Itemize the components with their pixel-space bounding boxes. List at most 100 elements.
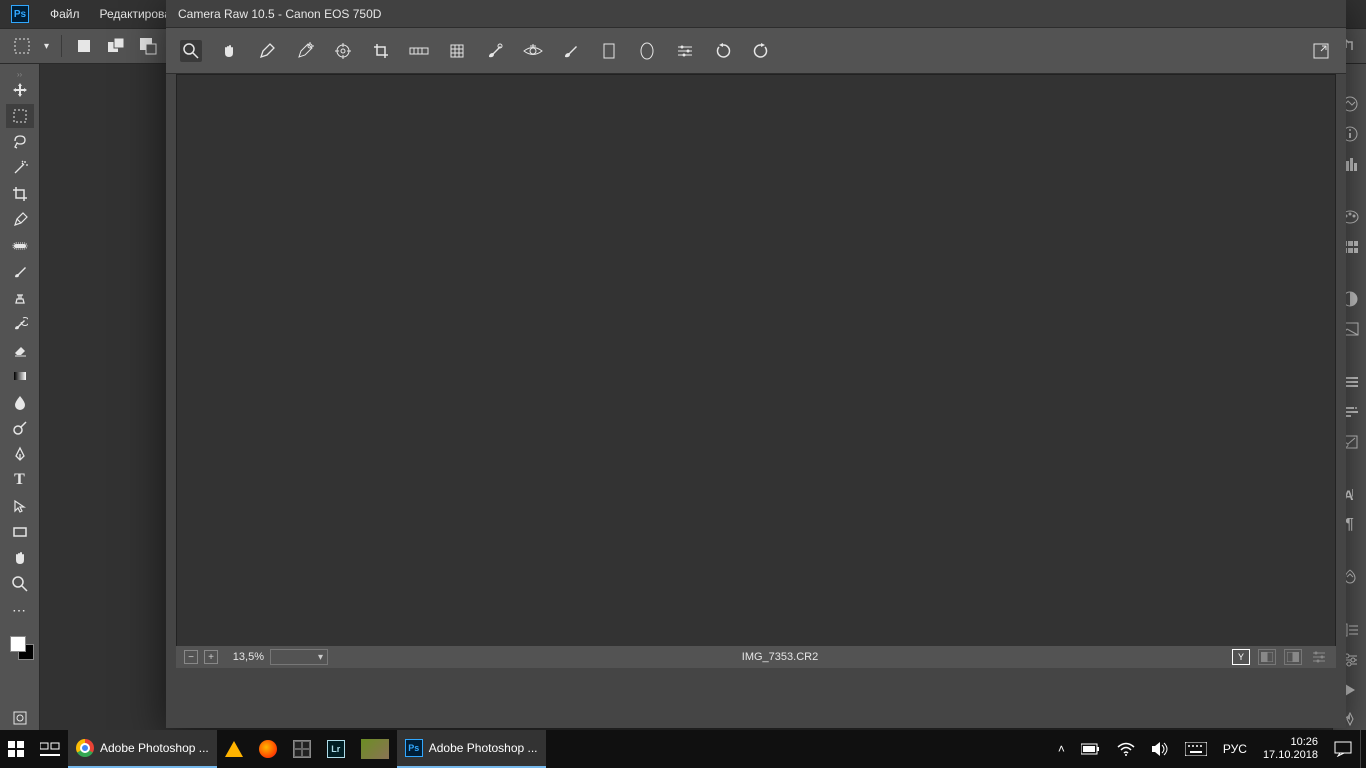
start-button[interactable] <box>0 730 32 768</box>
taskbar-avast[interactable] <box>217 730 251 768</box>
eraser-tool[interactable] <box>6 338 34 362</box>
chrome-icon <box>76 739 94 757</box>
cr-radial-filter-tool[interactable] <box>636 40 658 62</box>
photoshop-toolbar: ›› T ⋯ <box>0 64 40 730</box>
image-thumb-icon <box>361 739 389 759</box>
marquee-options-icon[interactable] <box>12 36 32 56</box>
photoshop-logo: Ps <box>6 0 34 28</box>
color-swatches[interactable] <box>6 634 34 664</box>
taskbar-image-viewer[interactable] <box>353 730 397 768</box>
cr-straighten-tool[interactable] <box>408 40 430 62</box>
cr-fullscreen-tool[interactable] <box>1310 40 1332 62</box>
lasso-tool[interactable] <box>6 130 34 154</box>
toolbar-grip[interactable]: ›› <box>6 70 34 76</box>
cr-color-sampler-tool[interactable] <box>294 40 316 62</box>
taskbar-lightroom[interactable]: Lr <box>319 730 353 768</box>
move-tool[interactable] <box>6 78 34 102</box>
brush-tool[interactable] <box>6 260 34 284</box>
photoshop-icon: Ps <box>405 739 423 757</box>
lightroom-icon: Lr <box>327 740 345 758</box>
cr-preview-settings-icon[interactable] <box>1310 649 1328 665</box>
tray-notifications-button[interactable] <box>1326 730 1360 768</box>
more-tools[interactable]: ⋯ <box>6 598 34 622</box>
cr-white-balance-tool[interactable] <box>256 40 278 62</box>
task-view-button[interactable] <box>32 730 68 768</box>
hand-tool[interactable] <box>6 546 34 570</box>
menu-file[interactable]: Файл <box>40 0 90 28</box>
cr-rotate-cw-tool[interactable] <box>750 40 772 62</box>
add-selection-icon[interactable] <box>106 36 126 56</box>
cr-red-eye-tool[interactable] <box>522 40 544 62</box>
calculator-icon <box>293 740 311 758</box>
taskbar-chrome[interactable]: Adobe Photoshop ... <box>68 730 217 768</box>
type-tool[interactable]: T <box>6 468 34 492</box>
cr-adjustment-brush-tool[interactable] <box>560 40 582 62</box>
tray-keyboard-icon[interactable] <box>1177 730 1215 768</box>
taskbar-photoshop[interactable]: Ps Adobe Photoshop ... <box>397 730 546 768</box>
tray-wifi-icon[interactable] <box>1109 730 1143 768</box>
cr-zoom-controls: − + 13,5% ▾ <box>184 649 328 665</box>
taskbar-chrome-title: Adobe Photoshop ... <box>100 741 209 755</box>
cr-shadow-clip-button[interactable]: Y <box>1232 649 1250 665</box>
cr-zoom-tool[interactable] <box>180 40 202 62</box>
spot-heal-tool[interactable] <box>6 234 34 258</box>
cr-preferences-tool[interactable] <box>674 40 696 62</box>
tray-volume-icon[interactable] <box>1143 730 1177 768</box>
cr-filename: IMG_7353.CR2 <box>338 651 1222 663</box>
tray-language-label: РУС <box>1223 742 1247 756</box>
camera-raw-titlebar[interactable]: Camera Raw 10.5 - Canon EOS 750D <box>166 0 1346 28</box>
cr-zoom-value: 13,5% <box>224 651 264 663</box>
camera-raw-statusbar: − + 13,5% ▾ IMG_7353.CR2 Y <box>176 646 1336 668</box>
separator <box>61 35 62 57</box>
cr-transform-tool[interactable] <box>446 40 468 62</box>
dodge-tool[interactable] <box>6 416 34 440</box>
options-dropdown-icon[interactable]: ▾ <box>44 41 49 52</box>
path-select-tool[interactable] <box>6 494 34 518</box>
pen-tool[interactable] <box>6 442 34 466</box>
taskbar-firefox[interactable] <box>251 730 285 768</box>
zoom-tool[interactable] <box>6 572 34 596</box>
cr-zoom-out-button[interactable]: − <box>184 650 198 664</box>
taskbar-tray: ˄ РУС 10:26 17.10.2018 <box>1050 730 1366 768</box>
cr-hand-tool[interactable] <box>218 40 240 62</box>
cr-graduated-filter-tool[interactable] <box>598 40 620 62</box>
taskbar-calculator[interactable] <box>285 730 319 768</box>
new-selection-icon[interactable] <box>74 36 94 56</box>
camera-raw-title: Camera Raw 10.5 - Canon EOS 750D <box>178 7 381 21</box>
crop-tool[interactable] <box>6 182 34 206</box>
tray-clock[interactable]: 10:26 17.10.2018 <box>1255 736 1326 762</box>
quickmask-icon[interactable] <box>6 706 34 730</box>
cr-zoom-dropdown[interactable]: ▾ <box>270 649 328 665</box>
tray-date: 17.10.2018 <box>1263 749 1318 762</box>
subtract-selection-icon[interactable] <box>138 36 158 56</box>
eyedropper-tool[interactable] <box>6 208 34 232</box>
clone-stamp-tool[interactable] <box>6 286 34 310</box>
camera-raw-canvas[interactable] <box>176 74 1336 656</box>
show-desktop-button[interactable] <box>1360 730 1366 768</box>
camera-raw-toolbar <box>166 28 1346 74</box>
tray-language[interactable]: РУС <box>1215 730 1255 768</box>
foreground-color-swatch[interactable] <box>10 636 26 652</box>
tray-time: 10:26 <box>1290 736 1318 749</box>
cr-zoom-in-button[interactable]: + <box>204 650 218 664</box>
taskbar-photoshop-title: Adobe Photoshop ... <box>429 741 538 755</box>
gradient-tool[interactable] <box>6 364 34 388</box>
windows-taskbar: Adobe Photoshop ... Lr Ps Adobe Photosho… <box>0 730 1366 768</box>
cr-target-adjust-tool[interactable] <box>332 40 354 62</box>
blur-tool[interactable] <box>6 390 34 414</box>
rectangle-tool[interactable] <box>6 520 34 544</box>
cr-crop-tool[interactable] <box>370 40 392 62</box>
history-brush-tool[interactable] <box>6 312 34 336</box>
cr-preview-buttons: Y <box>1232 649 1328 665</box>
tray-overflow-button[interactable]: ˄ <box>1050 730 1073 768</box>
cr-before-after-1-icon[interactable] <box>1258 649 1276 665</box>
marquee-tool[interactable] <box>6 104 34 128</box>
camera-raw-preview-area <box>176 74 1336 656</box>
cr-spot-removal-tool[interactable] <box>484 40 506 62</box>
camera-raw-window: Camera Raw 10.5 - Canon EOS 750D − + 13,… <box>166 0 1346 728</box>
cr-before-after-2-icon[interactable] <box>1284 649 1302 665</box>
firefox-icon <box>259 740 277 758</box>
tray-battery-icon[interactable] <box>1073 730 1109 768</box>
magic-wand-tool[interactable] <box>6 156 34 180</box>
cr-rotate-ccw-tool[interactable] <box>712 40 734 62</box>
